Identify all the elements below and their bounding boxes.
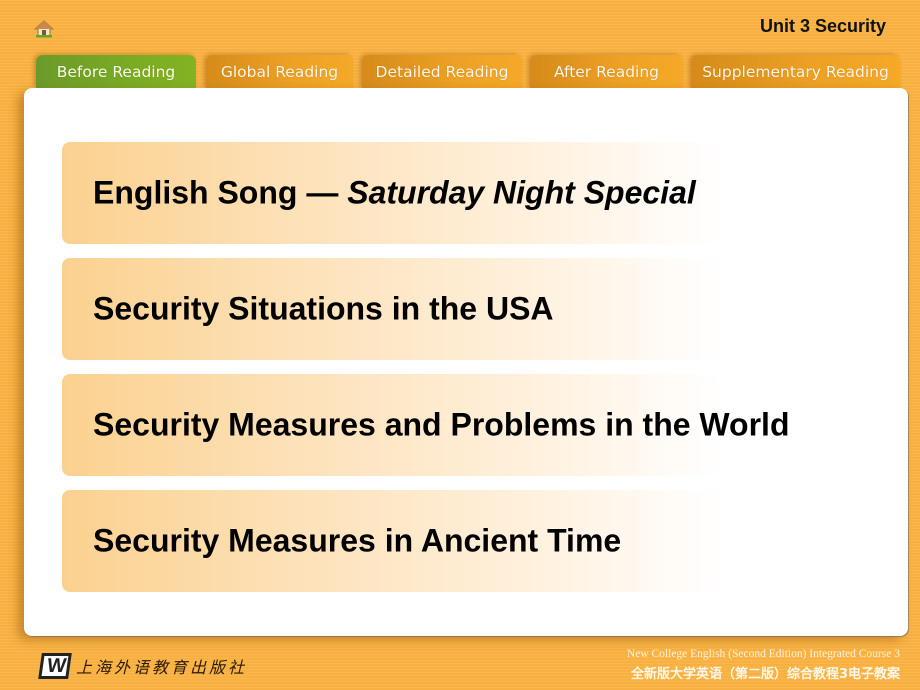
tab-supplementary-reading[interactable]: Supplementary Reading bbox=[691, 55, 900, 89]
tab-after-reading[interactable]: After Reading bbox=[530, 55, 683, 89]
menu-item-label: English Song — Saturday Night Special bbox=[93, 174, 696, 211]
tab-detailed-reading[interactable]: Detailed Reading bbox=[362, 55, 522, 89]
menu-item-security-situations-usa[interactable]: Security Situations in the USA bbox=[62, 258, 722, 360]
publisher-name: 上海外语教育出版社 bbox=[76, 658, 248, 677]
unit-title: Unit 3 Security bbox=[759, 16, 886, 36]
course-title-cn: 全新版大学英语（第二版）综合教程3电子教案 bbox=[630, 667, 900, 682]
tab-global-reading[interactable]: Global Reading bbox=[206, 55, 353, 89]
course-caption: New College English (Second Edition) Int… bbox=[627, 648, 900, 682]
tab-before-reading[interactable]: Before Reading bbox=[36, 55, 196, 89]
menu-item-label: Security Measures in Ancient Time bbox=[93, 522, 622, 559]
course-title-en: New College English (Second Edition) Int… bbox=[626, 648, 900, 660]
home-icon bbox=[33, 20, 55, 38]
menu-item-security-measures-world[interactable]: Security Measures and Problems in the Wo… bbox=[62, 374, 789, 476]
menu-item-english-song[interactable]: English Song — Saturday Night Special bbox=[62, 142, 722, 244]
content-panel: English Song — Saturday Night Special Se… bbox=[24, 88, 908, 636]
menu-item-label: Security Measures and Problems in the Wo… bbox=[93, 406, 790, 443]
home-button[interactable] bbox=[33, 20, 55, 38]
menu-item-security-ancient-time[interactable]: Security Measures in Ancient Time bbox=[62, 490, 722, 592]
w-logo-icon: W bbox=[38, 653, 72, 679]
publisher-logo: W 上海外语教育出版社 bbox=[38, 652, 248, 680]
menu-item-label: Security Situations in the USA bbox=[93, 290, 554, 327]
